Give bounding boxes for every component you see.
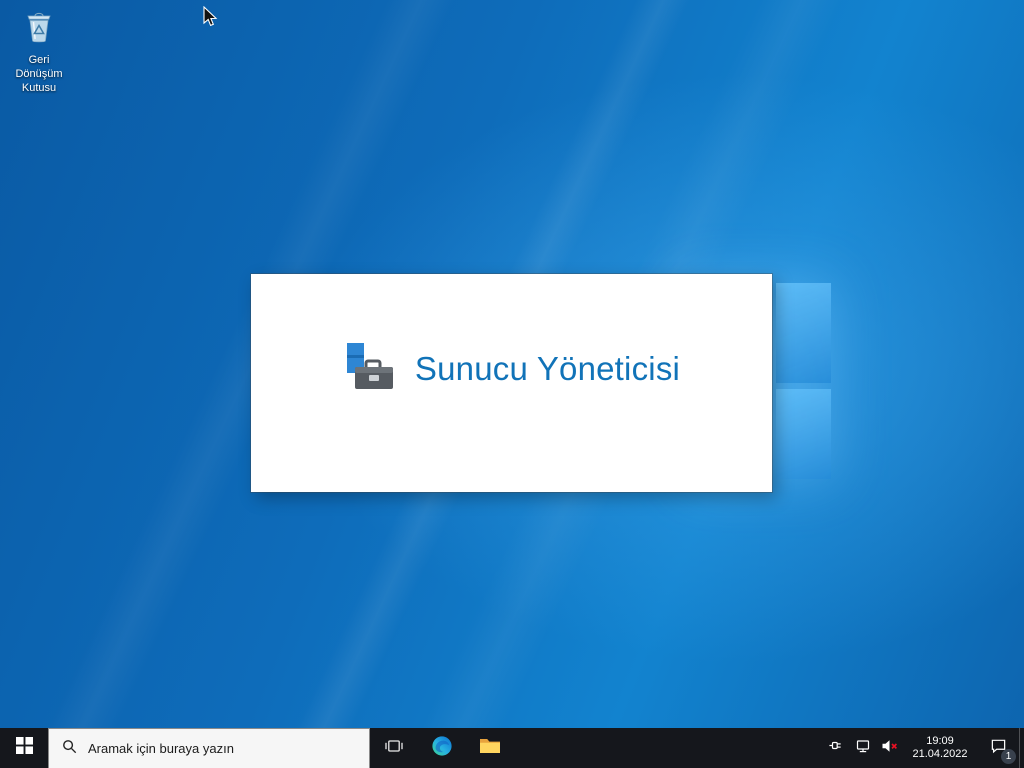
task-view-icon: [384, 736, 404, 761]
recycle-bin-icon: [21, 8, 57, 51]
start-button[interactable]: [0, 728, 48, 768]
search-icon: [62, 739, 77, 759]
volume-muted-icon: [881, 738, 898, 759]
network-tray-button[interactable]: [849, 728, 876, 768]
show-desktop-button[interactable]: [1019, 728, 1024, 768]
splash-content: Sunucu Yöneticisi: [343, 339, 680, 400]
network-icon: [855, 738, 871, 759]
taskbar: 19:09 21.04.2022 1: [0, 728, 1024, 768]
taskbar-search[interactable]: [48, 728, 370, 768]
clock-time: 19:09: [926, 735, 954, 747]
edge-icon: [431, 735, 453, 762]
server-manager-splash-window: Sunucu Yöneticisi: [251, 274, 772, 492]
search-input[interactable]: [88, 741, 359, 756]
windows-logo-pane: [776, 283, 831, 383]
power-tray-button[interactable]: [822, 728, 849, 768]
edge-browser-button[interactable]: [418, 728, 466, 768]
file-explorer-icon: [479, 736, 501, 760]
file-explorer-button[interactable]: [466, 728, 514, 768]
notification-badge: 1: [1001, 749, 1016, 764]
power-plug-icon: [828, 738, 843, 758]
task-view-button[interactable]: [370, 728, 418, 768]
server-manager-icon: [343, 339, 399, 400]
taskbar-clock[interactable]: 19:09 21.04.2022: [903, 728, 977, 768]
volume-tray-button[interactable]: [876, 728, 903, 768]
action-center-button[interactable]: 1: [977, 728, 1019, 768]
taskbar-spacer: [514, 728, 822, 768]
windows-start-icon: [15, 737, 33, 759]
recycle-bin-shortcut[interactable]: Geri Dönüşüm Kutusu: [8, 8, 70, 95]
windows-logo-pane: [776, 389, 831, 479]
clock-date: 21.04.2022: [912, 748, 968, 760]
recycle-bin-label: Geri Dönüşüm Kutusu: [15, 54, 63, 94]
splash-title: Sunucu Yöneticisi: [414, 350, 681, 387]
